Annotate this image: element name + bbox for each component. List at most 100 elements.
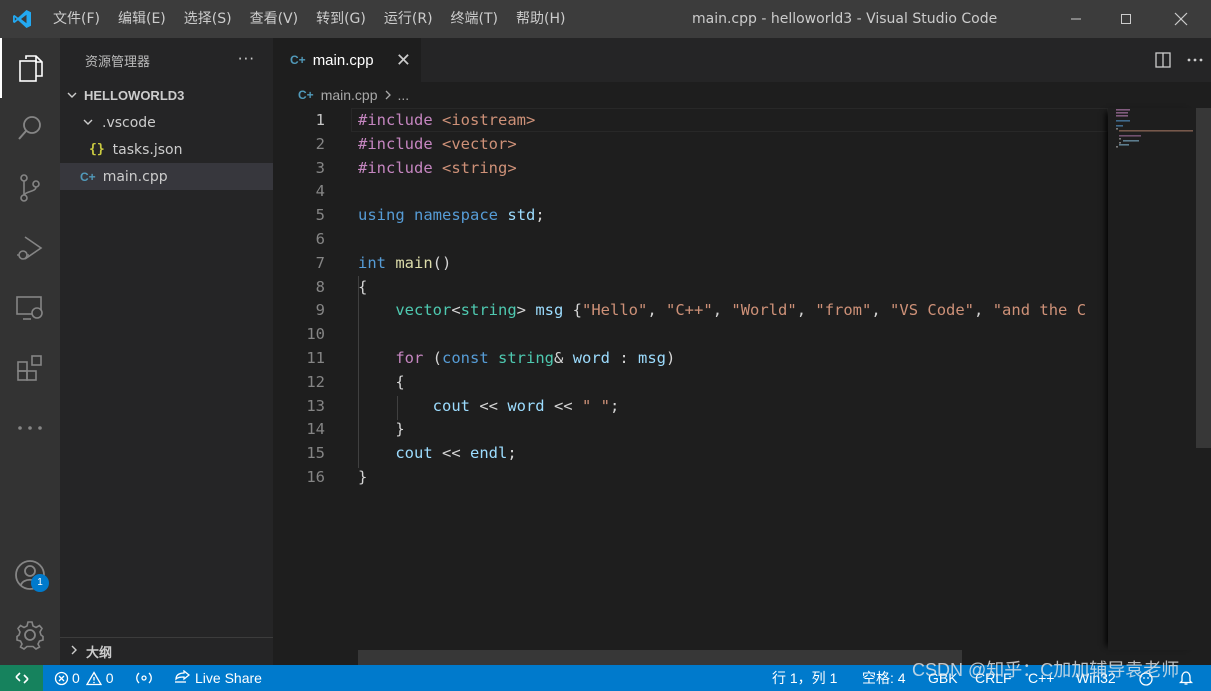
root-folder-label: HELLOWORLD3 (84, 88, 185, 103)
remote-indicator[interactable] (0, 665, 43, 691)
extensions-icon (17, 355, 42, 381)
broadcast-icon (136, 672, 152, 684)
explorer-more-icon[interactable]: ··· (238, 50, 255, 68)
code-line[interactable]: 7 int main() (273, 251, 1108, 275)
close-window-button[interactable] (1151, 0, 1211, 38)
menu-terminal[interactable]: 终端(T) (442, 0, 507, 38)
remote-explorer-button[interactable] (0, 278, 60, 338)
minimap[interactable] (1108, 108, 1196, 650)
code-line[interactable]: 5 using namespace std; (273, 203, 1108, 227)
line-number: 1 (315, 111, 325, 129)
tree-item-tasks-json[interactable]: {} tasks.json (60, 136, 273, 163)
search-icon (18, 116, 41, 140)
menu-go[interactable]: 转到(G) (307, 0, 375, 38)
extensions-button[interactable] (0, 338, 60, 398)
menu-selection[interactable]: 选择(S) (175, 0, 241, 38)
outline-section[interactable]: 大纲 (60, 637, 273, 665)
vertical-scrollbar[interactable] (1196, 108, 1211, 650)
code-line[interactable]: 13 cout << word << " "; (273, 394, 1108, 418)
close-tab-icon[interactable]: ✕ (396, 50, 411, 71)
code-line[interactable]: 4 (273, 179, 1108, 203)
code-line[interactable]: 9 vector<string> msg {"Hello", "C++", "W… (273, 298, 1108, 322)
title-bar: 文件(F) 编辑(E) 选择(S) 查看(V) 转到(G) 运行(R) 终端(T… (0, 0, 1211, 38)
run-debug-button[interactable] (0, 218, 60, 278)
menu-file[interactable]: 文件(F) (44, 0, 109, 38)
code-line[interactable]: 8{ (273, 275, 1108, 299)
window-title: main.cpp - helloworld3 - Visual Studio C… (692, 11, 998, 27)
vertical-scroll-thumb[interactable] (1196, 108, 1211, 448)
editor-actions (1147, 38, 1211, 82)
breadcrumb-file[interactable]: main.cpp (321, 87, 378, 103)
split-editor-icon (1155, 52, 1171, 68)
maximize-button[interactable] (1101, 0, 1151, 38)
code-line[interactable]: 16} (273, 465, 1108, 489)
line-number: 5 (315, 206, 325, 225)
code-line[interactable]: 10 (273, 322, 1108, 346)
problems-indicator[interactable]: 0 0 (54, 665, 114, 691)
source-control-button[interactable] (0, 158, 60, 218)
minimize-button[interactable] (1051, 0, 1101, 38)
live-share-icon (175, 670, 191, 683)
code-line[interactable]: 1 #include <iostream> (273, 108, 1108, 132)
minimap-preview (1116, 109, 1193, 148)
cpp-file-icon: C+ (80, 169, 96, 184)
line-number: 4 (315, 182, 325, 201)
code-line[interactable]: 15 cout << endl; (273, 441, 1108, 465)
window-controls (1051, 0, 1211, 38)
cursor-position[interactable]: 行 1，列 1 (772, 665, 837, 691)
chevron-right-icon (66, 645, 82, 658)
code-editor[interactable]: 1 #include <iostream> 2 #include <vector> 3 #… (273, 108, 1108, 650)
line-number: 7 (315, 253, 325, 272)
tree-item-vscode[interactable]: .vscode (60, 109, 273, 136)
breadcrumb-symbol[interactable]: ... (398, 87, 410, 103)
broadcast-button[interactable] (135, 665, 153, 691)
close-icon (1174, 12, 1188, 26)
explorer-sidebar: 资源管理器 ··· HELLOWORLD3 .vscode {} tasks.j… (60, 38, 273, 665)
more-actions-button[interactable] (1179, 38, 1211, 82)
indentation[interactable]: 空格: 4 (862, 665, 906, 691)
code-line[interactable]: 2 #include <vector> (273, 132, 1108, 156)
remote-explorer-icon (16, 296, 43, 320)
live-share-label: Live Share (195, 670, 262, 686)
breadcrumb: C+ main.cpp ... (273, 82, 1108, 108)
line-number: 8 (315, 277, 325, 296)
live-share-button[interactable]: Live Share (173, 665, 262, 691)
code-line[interactable]: 3 #include <string> (273, 156, 1108, 180)
search-button[interactable] (0, 98, 60, 158)
code-text: cout << endl; (395, 444, 517, 463)
warning-count: 0 (105, 670, 114, 686)
error-icon (54, 671, 69, 685)
menu-edit[interactable]: 编辑(E) (109, 0, 175, 38)
line-number: 3 (315, 158, 325, 177)
more-views-button[interactable] (0, 398, 60, 458)
editor-tabs: C+ main.cpp ✕ (273, 38, 1211, 82)
activity-bar: 1 (0, 38, 60, 665)
manage-button[interactable] (0, 605, 60, 665)
explorer-icon (19, 55, 43, 82)
chevron-right-icon (384, 87, 392, 103)
chevron-down-icon (64, 89, 80, 102)
notifications-button[interactable] (1178, 665, 1194, 691)
bell-icon (1178, 671, 1194, 685)
code-line[interactable]: 14 } (273, 417, 1108, 441)
code-text: { (358, 277, 368, 296)
split-editor-button[interactable] (1147, 38, 1179, 82)
code-line[interactable]: 6 (273, 227, 1108, 251)
error-count: 0 (72, 670, 80, 686)
vscode-logo-icon (0, 0, 44, 38)
code-text: cout << word << " "; (432, 396, 620, 415)
accounts-button[interactable] (0, 545, 60, 605)
explorer-button[interactable] (0, 38, 60, 98)
horizontal-scrollbar[interactable] (358, 650, 962, 665)
code-line[interactable]: 12 { (273, 370, 1108, 394)
code-line[interactable]: 11 for (const string& word : msg) (273, 346, 1108, 370)
code-text: #include <vector> (358, 134, 517, 153)
menu-view[interactable]: 查看(V) (241, 0, 308, 38)
tree-item-main-cpp[interactable]: C+ main.cpp (60, 163, 273, 190)
code-text: } (358, 420, 405, 439)
menu-help[interactable]: 帮助(H) (507, 0, 574, 38)
tab-main-cpp[interactable]: C+ main.cpp ✕ (273, 38, 421, 82)
explorer-header: 资源管理器 ··· (60, 38, 273, 82)
menu-run[interactable]: 运行(R) (375, 0, 442, 38)
folder-root[interactable]: HELLOWORLD3 (60, 82, 273, 109)
